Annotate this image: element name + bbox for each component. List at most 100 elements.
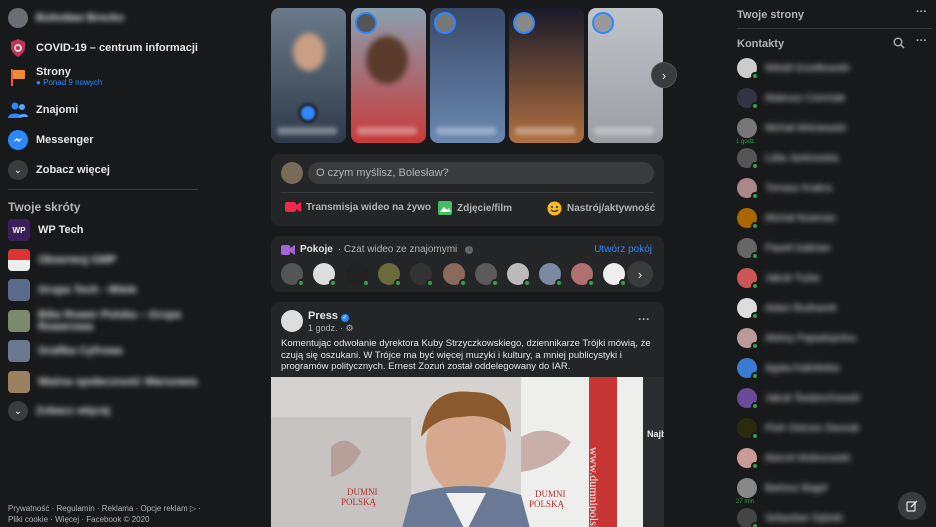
banner-text: Najb — [647, 429, 664, 439]
live-video-button[interactable]: Transmisja wideo na żywo — [285, 201, 431, 213]
shortcut-item[interactable]: Obserwuj GMP — [8, 249, 116, 271]
divider — [737, 28, 932, 29]
nav-item-messenger[interactable]: Messenger — [8, 130, 93, 150]
profile-link[interactable]: Bolesław Brecko — [8, 8, 124, 28]
story-caption — [436, 127, 496, 135]
shortcut-thumbnail — [8, 249, 30, 271]
online-dot — [362, 279, 370, 287]
create-room-link[interactable]: Utwórz pokój — [594, 244, 652, 255]
banner-url-text: www.dumnipolską — [587, 447, 601, 527]
divider — [281, 192, 654, 193]
room-avatar[interactable] — [378, 263, 402, 287]
wp-tech-logo: WP — [8, 219, 30, 241]
rooms-next-button[interactable]: › — [627, 261, 653, 287]
shortcuts-see-more-button[interactable]: ⌄ Zobacz więcej — [8, 401, 110, 421]
shortcut-item[interactable]: Grafika Cyfrowa — [8, 340, 122, 362]
nav-item-label: Messenger — [36, 134, 94, 146]
banner-text: DUMNI — [347, 487, 378, 497]
info-icon[interactable]: i — [465, 245, 474, 254]
story-card[interactable] — [430, 8, 505, 143]
room-avatar[interactable] — [571, 263, 595, 287]
room-avatar[interactable] — [507, 263, 531, 287]
divider — [8, 189, 198, 190]
post-input[interactable]: O czym myślisz, Bolesław? — [308, 162, 654, 184]
shortcut-label: Grafika Cyfrowa — [38, 345, 123, 357]
contact-item[interactable]: Aleksy Papadopolou — [737, 328, 856, 350]
shortcut-wp-tech[interactable]: WP WP Tech — [8, 219, 83, 241]
nav-item-covid[interactable]: COVID-19 – centrum informacji — [8, 38, 198, 58]
shortcut-item[interactable]: Bike Rower Polska – Grupa Rowerowa — [8, 309, 205, 333]
room-avatar[interactable] — [443, 263, 467, 287]
room-avatar[interactable] — [475, 263, 499, 287]
shortcut-label: WP Tech — [38, 224, 84, 236]
post-meta: 1 godz. · ⚙ — [308, 323, 354, 334]
contact-item[interactable]: Jakub Świętochowski — [737, 388, 860, 410]
stories-next-button[interactable]: › — [651, 62, 677, 88]
contact-item[interactable]: Lidia Jankowska — [737, 148, 838, 170]
chevron-down-icon: ⌄ — [8, 160, 28, 180]
room-avatar[interactable] — [603, 263, 627, 287]
search-icon[interactable] — [893, 37, 905, 49]
room-avatar[interactable] — [410, 263, 434, 287]
banner-text: POLSKĄ — [341, 497, 377, 507]
online-dot — [619, 279, 627, 287]
author-name: Press — [308, 310, 338, 322]
contact-name: Tomasz Krakra — [765, 182, 832, 194]
nav-item-label: COVID-19 – centrum informacji — [36, 42, 198, 54]
right-sidebar: Twoje strony ··· Kontakty ··· Witold Grz… — [728, 0, 936, 527]
contact-name: Marcel Wołosowski — [765, 452, 851, 464]
online-dot — [751, 162, 759, 170]
nav-item-friends[interactable]: Znajomi — [8, 100, 78, 120]
contact-item[interactable]: Jakub Tryba — [737, 268, 819, 290]
see-more-button[interactable]: ⌄ Zobacz więcej — [8, 160, 110, 180]
online-dot — [751, 192, 759, 200]
last-active-badge: 1 godz. — [735, 139, 757, 145]
contact-item[interactable]: Marcel Wołosowski — [737, 448, 851, 470]
contact-item[interactable]: Mateusz Czerniak — [737, 88, 846, 110]
contact-item[interactable]: Piotr Ostrzec Dworak — [737, 418, 859, 440]
online-dot — [751, 342, 759, 350]
shortcut-item[interactable]: Grupa Tech - Wiele — [8, 279, 137, 301]
post-author[interactable]: Press ✓ — [308, 310, 350, 322]
rooms-header: Pokoje · Czat wideo ze znajomymi i — [281, 244, 474, 255]
avatar[interactable] — [281, 310, 303, 332]
post-image[interactable]: DUMNI POLSKĄ DUMNI POLSKĄ www.dumnipolsk… — [271, 377, 664, 527]
room-avatar[interactable] — [539, 263, 563, 287]
contact-item[interactable]: Agata Kalinkieka — [737, 358, 840, 380]
contact-item[interactable]: Witold Grzelkowski — [737, 58, 849, 80]
chevron-right-icon: › — [661, 67, 667, 83]
online-dot — [394, 279, 402, 287]
contact-name: Mateusz Czerniak — [765, 92, 846, 104]
feeling-activity-button[interactable]: Nastrój/aktywność — [547, 201, 655, 216]
story-card[interactable] — [509, 8, 584, 143]
shield-icon — [8, 38, 28, 58]
story-card[interactable] — [351, 8, 426, 143]
footer-links[interactable]: Prywatność · Regulamin · Reklama · Opcje… — [8, 503, 203, 525]
more-options-button[interactable]: ··· — [638, 312, 650, 326]
nav-item-pages[interactable]: Strony ● Ponad 9 nowych — [8, 66, 102, 87]
contact-item[interactable]: Paweł Gabrian — [737, 238, 831, 260]
post-time[interactable]: 1 godz. · — [308, 323, 343, 333]
contact-item[interactable]: Adam Bodnarek — [737, 298, 837, 320]
story-create[interactable] — [271, 8, 346, 143]
avatar — [281, 162, 303, 184]
contact-item[interactable]: 1 godz. Michał Wiśniewski — [735, 118, 846, 145]
photo-video-button[interactable]: Zdjęcie/film — [438, 201, 512, 215]
pages-more-button[interactable]: ··· — [916, 6, 927, 18]
new-message-button[interactable] — [898, 492, 926, 520]
contact-item[interactable]: Tomasz Krakra — [737, 178, 832, 200]
avatar — [737, 58, 759, 80]
shortcuts-title: Twoje skróty — [8, 200, 81, 214]
room-avatar[interactable] — [281, 263, 305, 287]
contact-item[interactable]: 27 min Bartosz Bagel — [735, 478, 827, 505]
contact-item[interactable]: Michał Nowman — [737, 208, 836, 230]
online-dot — [555, 279, 563, 287]
room-avatar[interactable] — [346, 263, 370, 287]
room-avatar[interactable] — [313, 263, 337, 287]
contacts-more-button[interactable]: ··· — [916, 35, 927, 47]
online-dot — [751, 372, 759, 380]
shortcut-item[interactable]: Ważna społeczność Warszawa — [8, 371, 197, 393]
contact-item[interactable]: Sebastian Dębski — [737, 508, 843, 527]
rooms-title: Pokoje — [300, 244, 333, 255]
avatar — [737, 358, 759, 380]
